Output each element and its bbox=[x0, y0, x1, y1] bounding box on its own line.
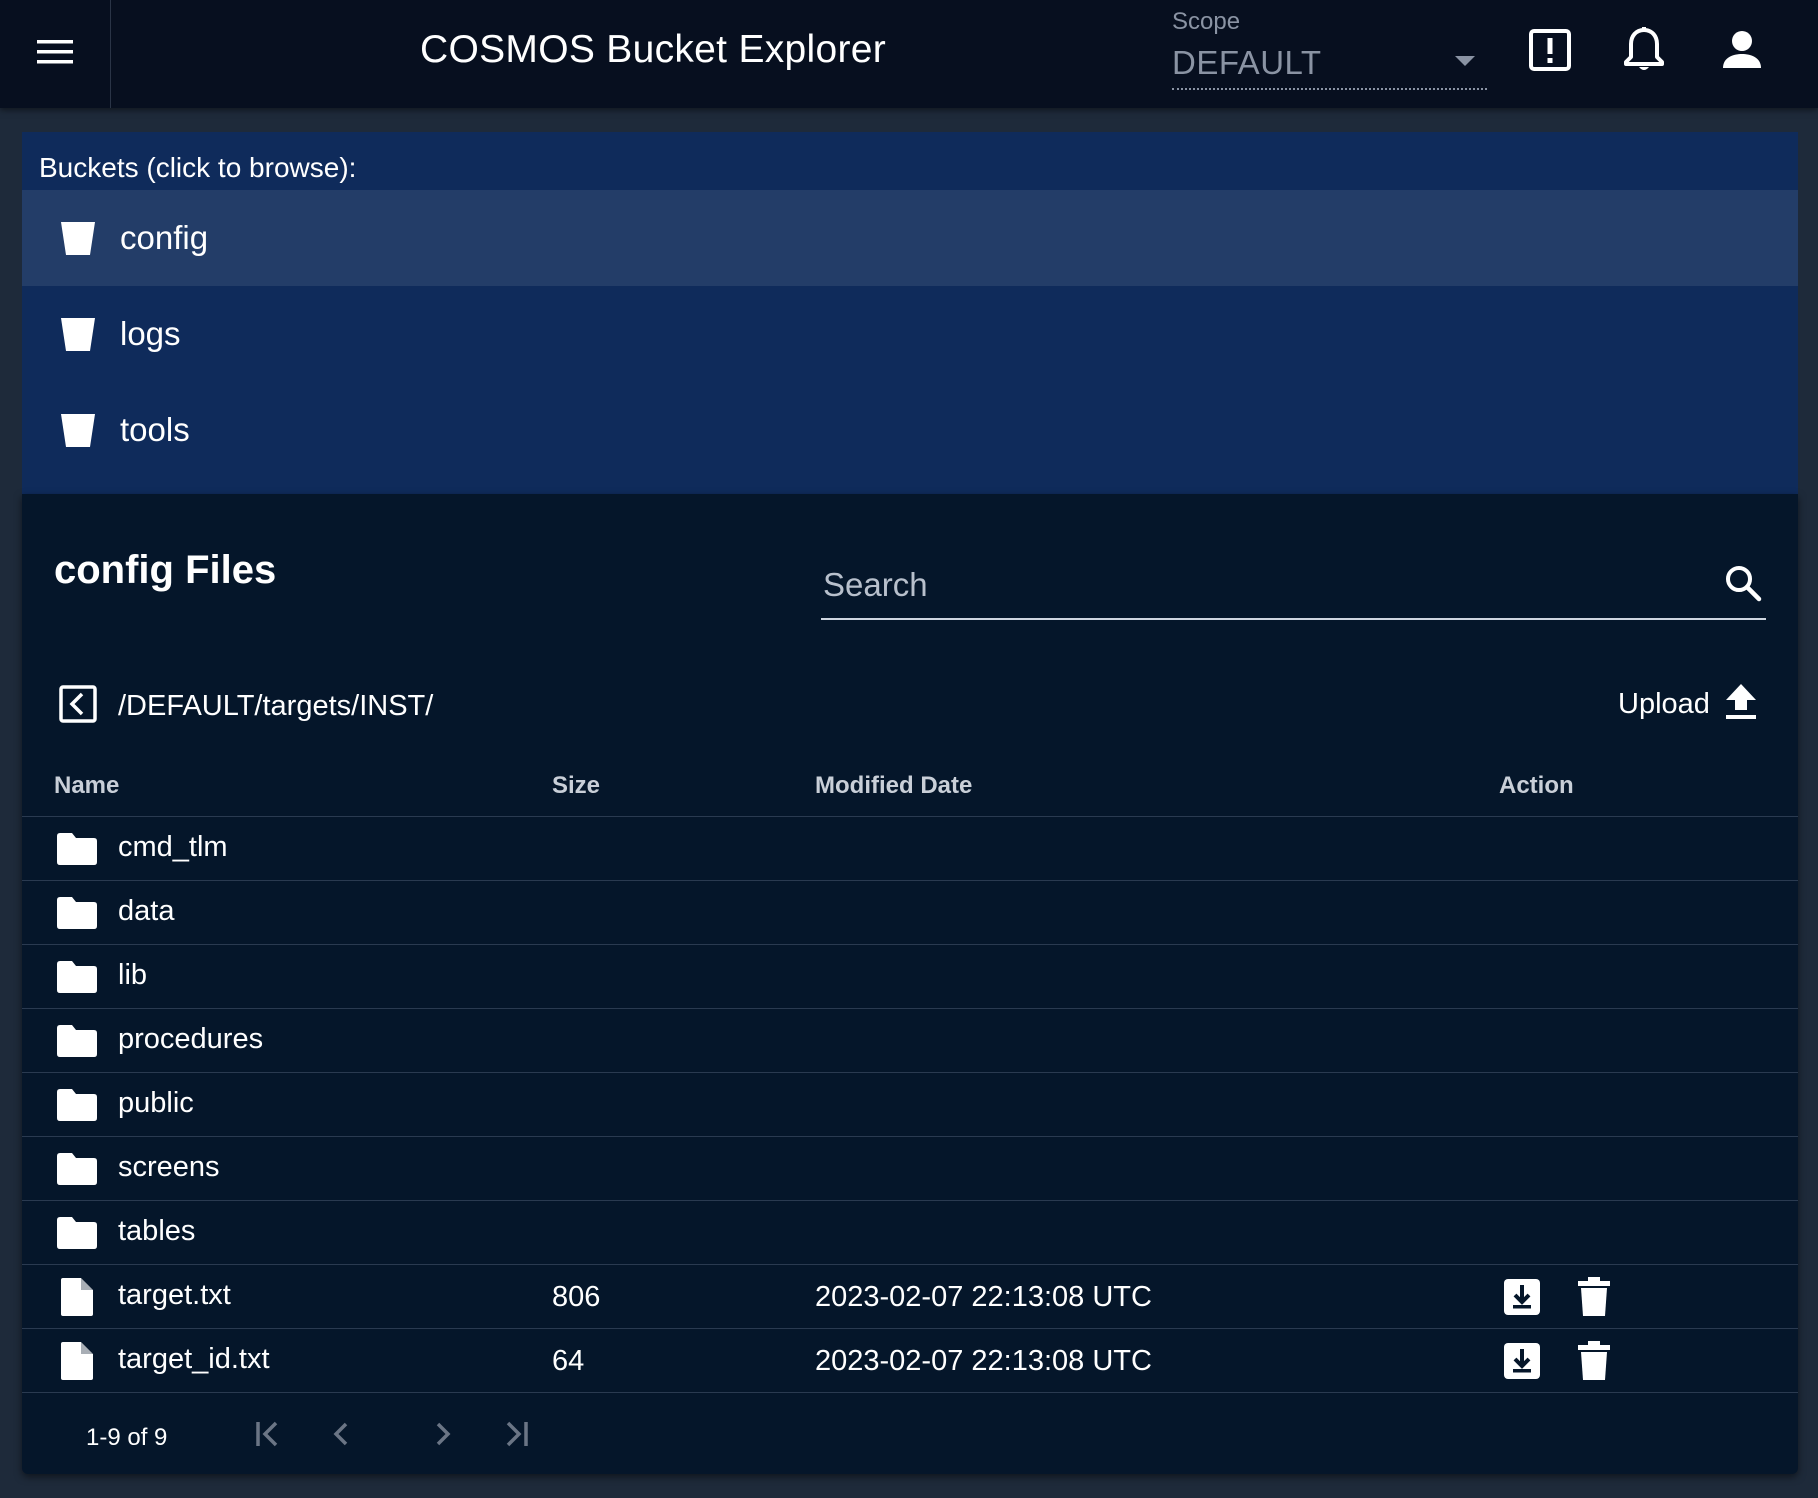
magnify-icon[interactable] bbox=[1722, 562, 1764, 604]
bucket-icon bbox=[58, 314, 98, 354]
file-icon bbox=[56, 1341, 98, 1381]
table-header: Name Size Modified Date Action bbox=[22, 750, 1798, 817]
account-icon bbox=[1720, 28, 1764, 77]
file-modified-date: 2023-02-07 22:13:08 UTC bbox=[815, 1281, 1152, 1313]
download-icon[interactable] bbox=[1500, 1339, 1544, 1383]
menu-icon bbox=[35, 37, 75, 72]
file-name: data bbox=[118, 895, 175, 927]
page-first-icon bbox=[252, 1418, 284, 1455]
folder-icon bbox=[56, 1149, 98, 1189]
table-row[interactable]: tables bbox=[22, 1201, 1798, 1265]
file-icon bbox=[56, 1277, 98, 1317]
files-card: config Files /DEFAULT/targets/INST/ Uplo… bbox=[22, 494, 1798, 1474]
alert-button[interactable] bbox=[1520, 22, 1580, 82]
bucket-label: tools bbox=[120, 411, 190, 448]
last-page-button[interactable] bbox=[492, 1412, 540, 1460]
bucket-item-logs[interactable]: logs bbox=[22, 286, 1798, 382]
bucket-label: logs bbox=[120, 315, 181, 352]
table-row[interactable]: lib bbox=[22, 945, 1798, 1009]
back-arrow-box-icon bbox=[59, 684, 97, 728]
menu-button[interactable] bbox=[0, 0, 111, 108]
table-row[interactable]: cmd_tlm bbox=[22, 817, 1798, 881]
notifications-button[interactable] bbox=[1614, 22, 1674, 82]
app-title: COSMOS Bucket Explorer bbox=[420, 28, 887, 71]
app-bar: COSMOS Bucket Explorer Scope DEFAULT bbox=[0, 0, 1818, 108]
table-row[interactable]: public bbox=[22, 1073, 1798, 1137]
chevron-left-icon bbox=[326, 1418, 358, 1455]
file-name: target.txt bbox=[118, 1279, 231, 1311]
file-name: lib bbox=[118, 959, 148, 991]
folder-icon bbox=[56, 957, 98, 997]
scope-value: DEFAULT bbox=[1172, 44, 1322, 81]
caret-down-icon bbox=[1455, 56, 1475, 66]
scope-label: Scope bbox=[1172, 8, 1241, 35]
bucket-item-tools[interactable]: tools bbox=[22, 382, 1798, 478]
folder-icon bbox=[56, 1213, 98, 1253]
file-name: screens bbox=[118, 1151, 220, 1183]
upload-label: Upload bbox=[1618, 687, 1710, 720]
bell-icon bbox=[1622, 26, 1666, 79]
current-path: /DEFAULT/targets/INST/ bbox=[118, 690, 434, 722]
account-button[interactable] bbox=[1712, 22, 1772, 82]
page-last-icon bbox=[500, 1418, 532, 1455]
file-modified-date: 2023-02-07 22:13:08 UTC bbox=[815, 1345, 1152, 1377]
bucket-item-config[interactable]: config bbox=[22, 190, 1798, 286]
file-name: procedures bbox=[118, 1023, 264, 1055]
folder-icon bbox=[56, 829, 98, 869]
column-header-name[interactable]: Name bbox=[54, 772, 119, 800]
buckets-panel: Buckets (click to browse): config logs t… bbox=[22, 132, 1798, 494]
file-name: tables bbox=[118, 1215, 196, 1247]
upload-icon bbox=[1724, 682, 1758, 727]
file-name: public bbox=[118, 1087, 194, 1119]
download-icon[interactable] bbox=[1500, 1275, 1544, 1319]
folder-icon bbox=[56, 1085, 98, 1125]
folder-icon bbox=[56, 893, 98, 933]
table-row[interactable]: target_id.txt 64 2023-02-07 22:13:08 UTC bbox=[22, 1329, 1798, 1393]
trash-icon[interactable] bbox=[1572, 1339, 1616, 1383]
search-input[interactable] bbox=[821, 562, 1685, 608]
buckets-heading: Buckets (click to browse): bbox=[39, 152, 357, 183]
table-row[interactable]: procedures bbox=[22, 1009, 1798, 1073]
table-row[interactable]: target.txt 806 2023-02-07 22:13:08 UTC bbox=[22, 1265, 1798, 1329]
column-header-modified-date[interactable]: Modified Date bbox=[815, 772, 972, 800]
bucket-icon bbox=[58, 410, 98, 450]
back-button[interactable] bbox=[58, 684, 98, 728]
file-size: 64 bbox=[552, 1345, 585, 1377]
file-size: 806 bbox=[552, 1281, 601, 1313]
file-name: target_id.txt bbox=[118, 1343, 270, 1375]
table-row[interactable]: screens bbox=[22, 1137, 1798, 1201]
table-row[interactable]: data bbox=[22, 881, 1798, 945]
pagination-range: 1-9 of 9 bbox=[86, 1424, 168, 1451]
upload-button[interactable]: Upload bbox=[1618, 674, 1758, 734]
previous-page-button[interactable] bbox=[318, 1412, 366, 1460]
bucket-icon bbox=[58, 218, 98, 258]
chevron-right-icon bbox=[426, 1418, 458, 1455]
column-header-action: Action bbox=[1499, 772, 1574, 799]
search-field bbox=[821, 554, 1766, 620]
file-name: cmd_tlm bbox=[118, 831, 228, 863]
scope-select[interactable]: Scope DEFAULT bbox=[1172, 4, 1487, 90]
next-page-button[interactable] bbox=[418, 1412, 466, 1460]
alert-box-icon bbox=[1528, 28, 1572, 77]
column-header-size[interactable]: Size bbox=[552, 772, 600, 800]
trash-icon[interactable] bbox=[1572, 1275, 1616, 1319]
folder-icon bbox=[56, 1021, 98, 1061]
bucket-label: config bbox=[120, 219, 209, 256]
first-page-button[interactable] bbox=[244, 1412, 292, 1460]
files-title: config Files bbox=[54, 548, 277, 592]
